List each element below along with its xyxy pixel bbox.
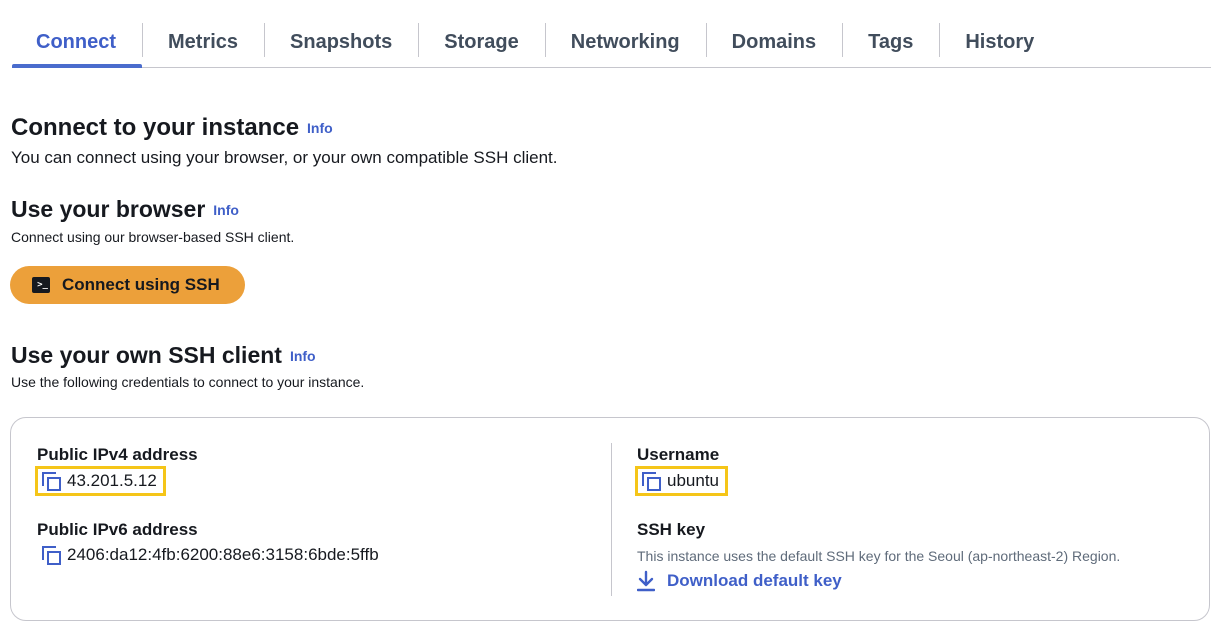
ipv6-label: Public IPv6 address bbox=[37, 520, 198, 539]
browser-heading: Use your browser Info bbox=[11, 196, 239, 223]
browser-description: Connect using our browser-based SSH clie… bbox=[11, 229, 295, 245]
tab-networking[interactable]: Networking bbox=[544, 18, 706, 67]
ssh-client-info-link[interactable]: Info bbox=[290, 348, 316, 364]
ipv6-value: 2406:da12:4fb:6200:88e6:3158:6bde:5ffb bbox=[67, 545, 379, 564]
browser-info-link[interactable]: Info bbox=[213, 202, 239, 218]
tab-tags[interactable]: Tags bbox=[842, 18, 939, 67]
download-icon bbox=[637, 570, 655, 592]
connect-info-link[interactable]: Info bbox=[307, 120, 333, 136]
connect-title: Connect to your instance bbox=[11, 114, 300, 141]
ipv4-label: Public IPv4 address bbox=[37, 445, 198, 464]
ssh-key-note: This instance uses the default SSH key f… bbox=[637, 548, 1121, 564]
tab-domains[interactable]: Domains bbox=[705, 18, 842, 67]
tab-connect[interactable]: Connect bbox=[12, 18, 142, 68]
username-label: Username bbox=[637, 445, 720, 464]
ipv4-copy[interactable]: 43.201.5.12 bbox=[35, 466, 166, 496]
connect-description: You can connect using your browser, or y… bbox=[11, 148, 558, 167]
tab-snapshots[interactable]: Snapshots bbox=[264, 18, 418, 67]
copy-icon bbox=[42, 471, 61, 491]
ssh-client-heading: Use your own SSH client Info bbox=[11, 342, 316, 369]
tab-storage[interactable]: Storage bbox=[418, 18, 544, 67]
terminal-icon: >_ bbox=[32, 277, 50, 293]
download-key-link[interactable]: Download default key bbox=[637, 570, 842, 592]
copy-icon bbox=[42, 545, 61, 565]
ipv6-copy[interactable]: 2406:da12:4fb:6200:88e6:3158:6bde:5ffb bbox=[38, 540, 385, 570]
username-value: ubuntu bbox=[667, 471, 719, 490]
column-divider bbox=[611, 443, 612, 596]
connect-ssh-button[interactable]: >_ Connect using SSH bbox=[10, 266, 245, 304]
browser-title: Use your browser bbox=[11, 196, 206, 222]
username-copy[interactable]: ubuntu bbox=[635, 466, 728, 496]
ipv4-value: 43.201.5.12 bbox=[67, 471, 157, 490]
ssh-key-label: SSH key bbox=[637, 520, 706, 539]
download-key-label: Download default key bbox=[667, 571, 842, 590]
ssh-client-description: Use the following credentials to connect… bbox=[11, 374, 365, 390]
copy-icon bbox=[642, 471, 661, 491]
credentials-card: Public IPv4 address 43.201.5.12 Public I… bbox=[10, 417, 1210, 621]
tab-metrics[interactable]: Metrics bbox=[142, 18, 264, 67]
tab-history[interactable]: History bbox=[939, 18, 1060, 67]
ssh-client-title: Use your own SSH client bbox=[11, 342, 282, 368]
tab-bar: Connect Metrics Snapshots Storage Networ… bbox=[12, 18, 1211, 68]
connect-heading: Connect to your instance Info bbox=[11, 114, 333, 142]
connect-ssh-label: Connect using SSH bbox=[62, 275, 220, 294]
